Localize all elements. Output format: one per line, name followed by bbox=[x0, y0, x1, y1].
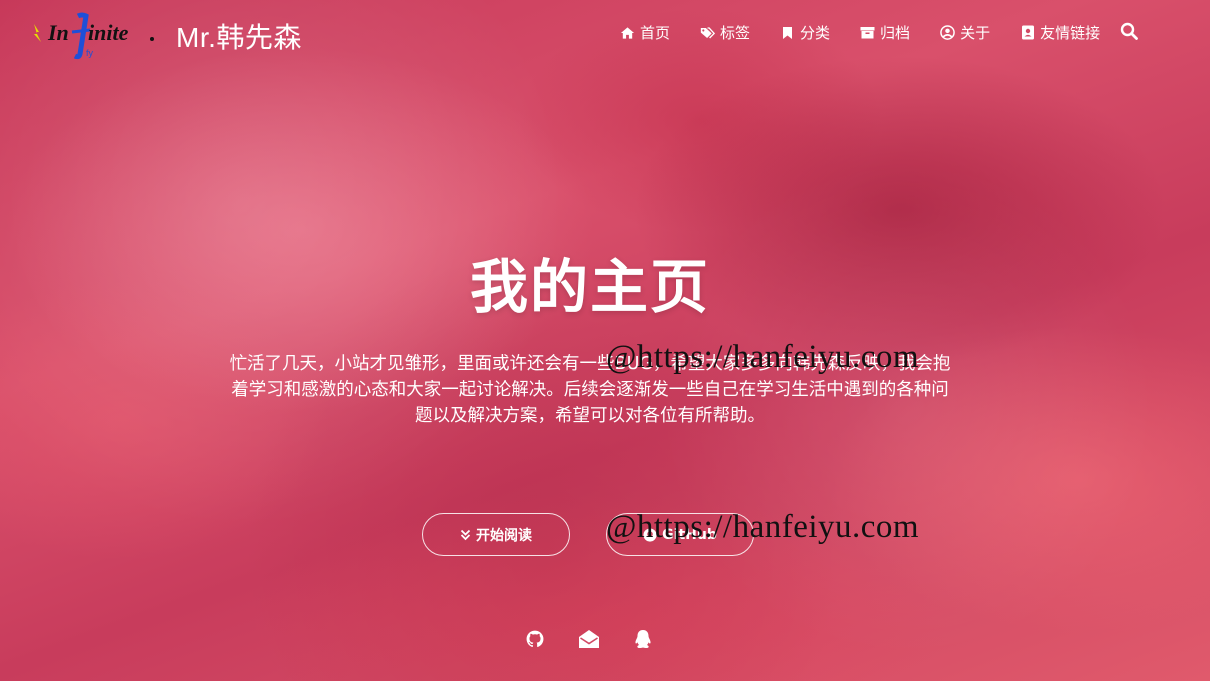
user-circle-icon bbox=[940, 25, 955, 40]
svg-text:In: In bbox=[47, 20, 69, 45]
address-book-icon bbox=[1020, 25, 1035, 40]
site-logo[interactable]: In inite fy bbox=[30, 10, 158, 60]
site-header: In inite fy Mr.韩先森 首页 标签 分类 归档 关于 友情链接 bbox=[0, 0, 1210, 66]
chevron-double-down-icon bbox=[460, 529, 471, 541]
bookmark-icon bbox=[780, 25, 795, 40]
watermark-text: @https://hanfeiyu.com bbox=[606, 339, 920, 375]
main-nav: 首页 标签 分类 归档 关于 友情链接 bbox=[620, 22, 1130, 43]
archive-icon bbox=[860, 25, 875, 40]
nav-label: 首页 bbox=[640, 25, 671, 42]
nav-item-tags[interactable]: 标签 bbox=[700, 22, 750, 43]
social-github-link[interactable] bbox=[524, 630, 546, 652]
svg-text:fy: fy bbox=[86, 48, 94, 58]
svg-text:inite: inite bbox=[88, 20, 129, 45]
social-links bbox=[524, 629, 686, 654]
envelope-open-icon bbox=[578, 629, 600, 653]
nav-item-categories[interactable]: 分类 bbox=[780, 22, 830, 43]
hero-background bbox=[0, 0, 1210, 681]
nav-label: 友情链接 bbox=[1040, 25, 1101, 42]
nav-item-about[interactable]: 关于 bbox=[940, 22, 990, 43]
site-title[interactable]: Mr.韩先森 bbox=[176, 16, 302, 56]
github-icon bbox=[526, 630, 544, 652]
search-icon bbox=[1120, 22, 1138, 44]
nav-item-friend-links[interactable]: 友情链接 bbox=[1020, 22, 1100, 43]
start-reading-button[interactable]: 开始阅读 bbox=[422, 513, 570, 556]
social-email-link[interactable] bbox=[578, 630, 600, 652]
home-icon bbox=[620, 25, 635, 40]
logo-image: In inite fy bbox=[34, 12, 154, 60]
nav-label: 归档 bbox=[880, 25, 911, 42]
hero-title: 我的主页 bbox=[469, 253, 710, 321]
tags-icon bbox=[700, 25, 716, 40]
nav-item-archive[interactable]: 归档 bbox=[860, 22, 910, 43]
start-reading-label: 开始阅读 bbox=[476, 527, 532, 544]
qq-icon bbox=[633, 629, 653, 654]
search-button[interactable] bbox=[1120, 22, 1140, 42]
nav-label: 关于 bbox=[960, 25, 991, 42]
nav-label: 分类 bbox=[800, 25, 831, 42]
nav-label: 标签 bbox=[720, 25, 751, 42]
nav-item-home[interactable]: 首页 bbox=[620, 22, 670, 43]
watermark-text: @https://hanfeiyu.com bbox=[606, 509, 920, 545]
social-qq-link[interactable] bbox=[632, 629, 654, 654]
